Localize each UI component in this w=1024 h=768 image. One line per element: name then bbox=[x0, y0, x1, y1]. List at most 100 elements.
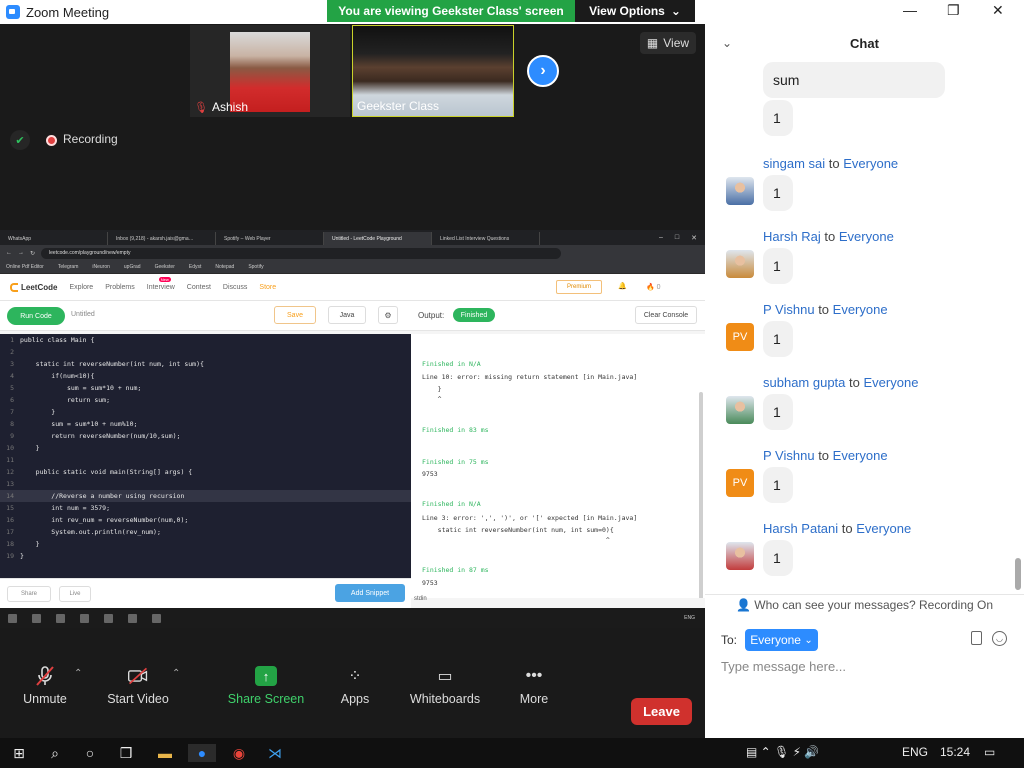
chat-bubble: 1 bbox=[763, 467, 793, 503]
line-number: 14 bbox=[6, 492, 14, 500]
chevron-right-icon: › bbox=[540, 62, 546, 79]
next-page-button[interactable]: › bbox=[527, 55, 559, 87]
chat-title: Chat bbox=[850, 36, 879, 51]
nav-explore: Explore bbox=[69, 283, 94, 291]
console-line: ^ bbox=[422, 395, 442, 403]
avatar bbox=[726, 177, 754, 205]
leave-button[interactable]: Leave bbox=[631, 698, 692, 725]
browser-tab[interactable]: WhatsApp bbox=[0, 232, 108, 245]
maximize-icon[interactable]: ❐ bbox=[947, 2, 960, 19]
message-input[interactable]: Type message here... bbox=[721, 659, 846, 674]
code-line: 7 } bbox=[0, 406, 411, 418]
who-can-see-link[interactable]: 👤 Who can see your messages? Recording O… bbox=[705, 594, 1024, 614]
muted-mic-icon bbox=[34, 666, 56, 686]
chat-sender[interactable]: singam sai to Everyone bbox=[763, 156, 898, 171]
app-icon bbox=[128, 613, 137, 623]
apps-button[interactable]: ⁘ Apps bbox=[310, 668, 400, 706]
chat-sender[interactable]: subham gupta to Everyone bbox=[763, 375, 918, 390]
console-line: ^ bbox=[422, 536, 610, 544]
chat-scrollbar[interactable] bbox=[1015, 68, 1021, 592]
gear-icon: ⚙ bbox=[378, 306, 398, 324]
whiteboards-button[interactable]: ▭ Whiteboards bbox=[400, 668, 490, 706]
window-title: Zoom Meeting bbox=[26, 4, 110, 20]
playground-title: Untitled bbox=[71, 311, 95, 318]
start-video-button[interactable]: Start Video bbox=[93, 667, 183, 706]
windows-start-icon[interactable]: ⊞ bbox=[10, 744, 28, 762]
participant-tile-geekster[interactable]: Geekster Class bbox=[352, 25, 514, 117]
notifications-icon[interactable]: ▭ bbox=[984, 745, 995, 759]
view-button[interactable]: ▦ View bbox=[640, 32, 696, 54]
code-line: 18 } bbox=[0, 538, 411, 550]
chat-bubble: 1 bbox=[763, 100, 793, 136]
participant-tile-ashish[interactable]: 🎙 Ashish bbox=[190, 25, 350, 117]
sender-name: P Vishnu bbox=[763, 448, 815, 463]
close-icon[interactable]: ✕ bbox=[992, 2, 1004, 19]
unmute-button[interactable]: Unmute bbox=[0, 666, 90, 706]
minimize-icon[interactable]: — bbox=[903, 2, 917, 18]
emoji-icon[interactable]: ◡ bbox=[992, 631, 1007, 646]
recipient-name: Everyone bbox=[832, 448, 888, 463]
leetcode-logo: LeetCode bbox=[10, 282, 57, 292]
view-options-button[interactable]: View Options ⌄ bbox=[575, 0, 695, 22]
recipient-name: Everyone bbox=[863, 375, 919, 390]
browser-tab[interactable]: Spotify – Web Player bbox=[216, 232, 324, 245]
chat-sender[interactable]: Harsh Patani to Everyone bbox=[763, 521, 911, 536]
line-number: 9 bbox=[10, 432, 14, 440]
code-text: int num = 3579; bbox=[20, 504, 111, 512]
url-field: leetcode.com/playground/new/empty bbox=[41, 247, 562, 259]
code-line: 15 int num = 3579; bbox=[0, 502, 411, 514]
share-screen-button[interactable]: ↑ Share Screen bbox=[221, 666, 311, 706]
chevron-up-icon[interactable]: ⌃ bbox=[74, 668, 82, 679]
file-explorer-icon[interactable]: ▬ bbox=[155, 744, 175, 762]
file-icon[interactable] bbox=[971, 631, 982, 645]
clock[interactable]: 15:24 bbox=[940, 745, 970, 759]
forward-icon: → bbox=[18, 250, 24, 256]
bell-icon: 🔔 bbox=[618, 283, 627, 290]
line-number: 12 bbox=[6, 468, 14, 476]
code-text: if(num<10){ bbox=[20, 372, 95, 380]
code-line: 11 bbox=[0, 454, 411, 466]
grid-icon: ▦ bbox=[646, 36, 659, 50]
scrollbar-thumb[interactable] bbox=[1015, 558, 1021, 590]
chat-sender[interactable]: P Vishnu to Everyone bbox=[763, 448, 888, 463]
share-screen-icon: ↑ bbox=[255, 666, 277, 686]
more-dots-icon: ••• bbox=[525, 667, 543, 684]
code-text: } bbox=[20, 408, 56, 416]
chat-messages: sum 1 singam sai to Everyone 1 Harsh Raj t… bbox=[705, 58, 1024, 592]
video-off-icon bbox=[127, 666, 149, 686]
to-word: to bbox=[824, 229, 836, 244]
browser-tab[interactable]: Linked List Interview Questions bbox=[432, 232, 540, 245]
cortana-icon[interactable]: ○ bbox=[81, 744, 99, 762]
console-line: Finished in N/A bbox=[422, 500, 481, 508]
zoom-app-icon[interactable]: ● bbox=[188, 744, 216, 762]
chat-sender[interactable]: Harsh Raj to Everyone bbox=[763, 229, 894, 244]
bookmark: Geekster bbox=[154, 264, 175, 270]
browser-tab[interactable]: Inbox (9,218) - akarsh.jais@gma… bbox=[108, 232, 216, 245]
security-shield-icon[interactable]: ✔ bbox=[10, 130, 30, 150]
task-view-icon[interactable]: ❒ bbox=[117, 744, 135, 762]
shared-taskbar: ENG bbox=[0, 608, 705, 628]
chevron-up-icon[interactable]: ⌃ bbox=[172, 668, 180, 679]
console-line: } bbox=[422, 385, 442, 393]
line-number: 5 bbox=[10, 384, 14, 392]
sender-name: singam sai bbox=[763, 156, 826, 171]
chrome-icon[interactable]: ◉ bbox=[230, 744, 248, 762]
more-button[interactable]: ••• More bbox=[489, 667, 579, 706]
recipient-name: Everyone bbox=[843, 156, 899, 171]
recording-label: Recording bbox=[63, 132, 118, 146]
browser-tab-active[interactable]: Untitled - LeetCode Playground bbox=[324, 232, 432, 245]
chat-bubble: 1 bbox=[763, 394, 793, 430]
code-text: return sum; bbox=[20, 396, 111, 404]
language-indicator[interactable]: ENG bbox=[902, 745, 928, 759]
vscode-icon[interactable]: ⋊ bbox=[266, 744, 284, 762]
chat-sender[interactable]: P Vishnu to Everyone bbox=[763, 302, 888, 317]
to-word: to bbox=[828, 156, 840, 171]
meeting-controls: Unmute ⌃ Start Video ⌃ ↑ Share Screen ⁘ … bbox=[0, 628, 705, 738]
output-label: Output: bbox=[418, 311, 445, 320]
start-icon bbox=[8, 613, 17, 623]
tray-icons[interactable]: ▤ ⌃ 🎙 ⚡ 🔊 bbox=[746, 745, 819, 759]
app-icon bbox=[56, 613, 65, 623]
search-icon[interactable]: ⌕ bbox=[46, 744, 64, 762]
recipient-select[interactable]: Everyone ⌄ bbox=[745, 629, 818, 651]
